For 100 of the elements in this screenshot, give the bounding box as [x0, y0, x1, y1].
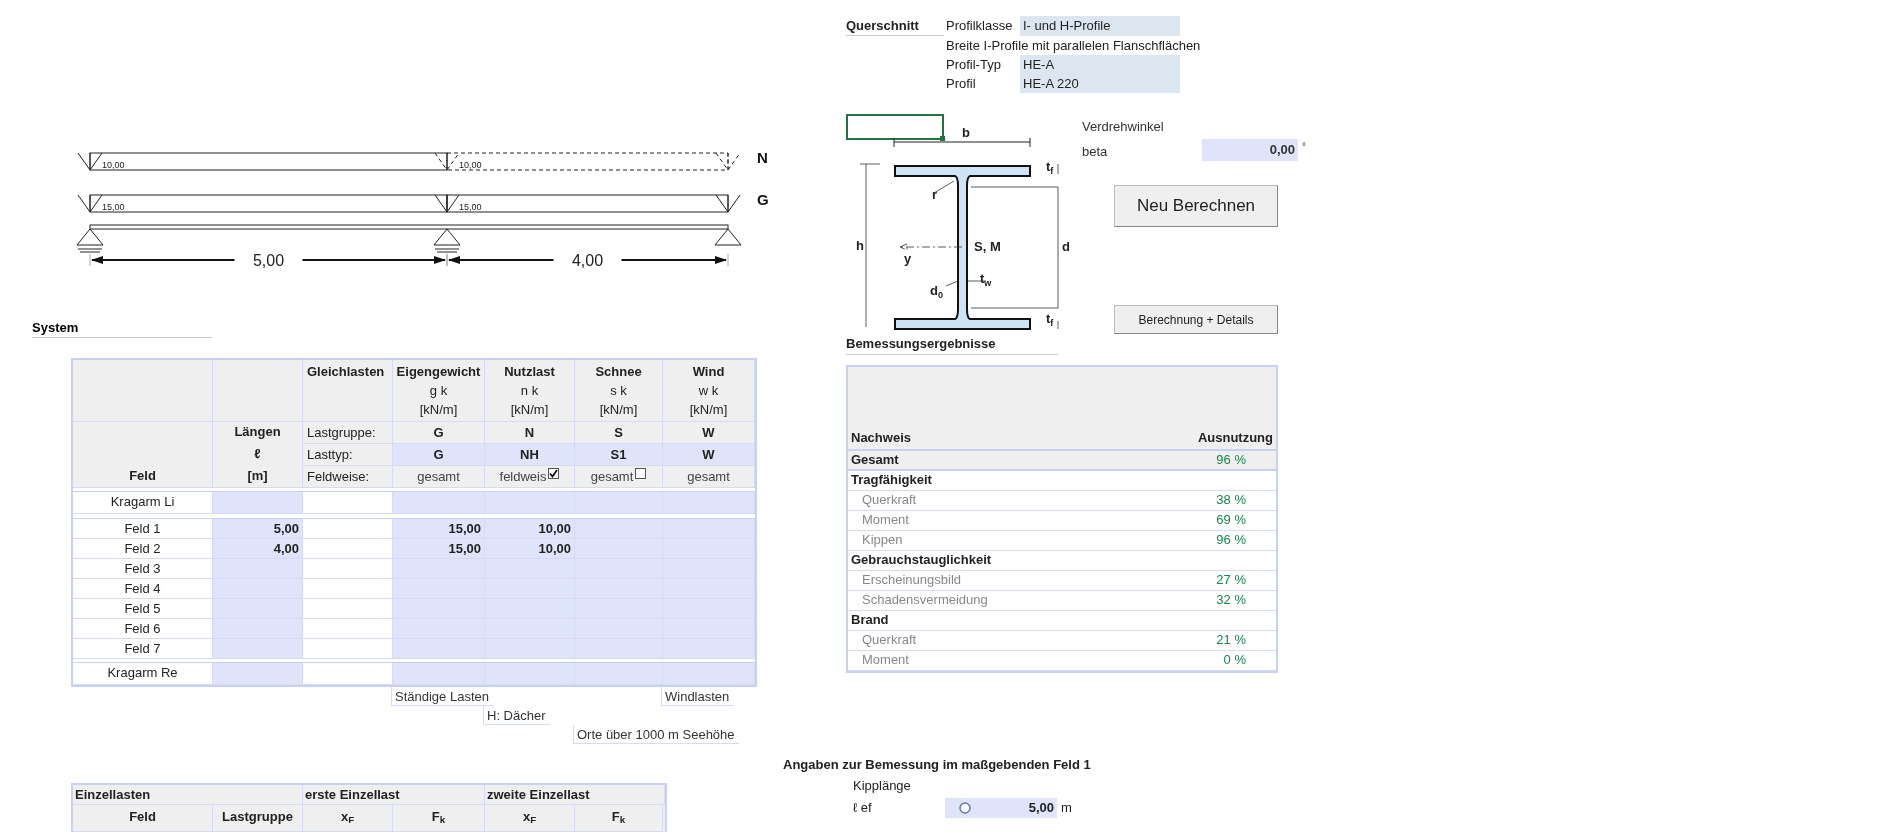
table-cell[interactable]: 15,00	[393, 519, 485, 539]
table-cell[interactable]: 15,00	[393, 539, 485, 559]
row-label: Feldweise:	[303, 466, 393, 488]
table-cell[interactable]	[213, 492, 303, 514]
table-cell[interactable]: 10,00	[485, 519, 575, 539]
table-cell: W	[663, 422, 755, 444]
column-header: Ausnutzung	[1197, 429, 1273, 447]
row-label: Lasttyp:	[303, 444, 393, 466]
result-value: 21 %	[1216, 631, 1247, 650]
unit-label: [kN/m]	[599, 401, 638, 419]
table-cell[interactable]	[303, 579, 393, 599]
dimension-label: d$_{0}$	[930, 283, 943, 300]
length-field[interactable]: 5,00	[945, 797, 1057, 818]
load-value: 15,00	[102, 201, 125, 212]
table-cell-text: gesamt	[687, 467, 730, 486]
table-cell[interactable]	[663, 519, 755, 539]
row-label: Kragarm Re	[73, 663, 213, 685]
section-title: Bemessungsergebnisse	[846, 334, 1058, 355]
section-title: System	[32, 317, 212, 338]
field-label: Profil	[946, 75, 977, 93]
table-cell-text: gesamt	[417, 467, 460, 486]
row-label: Feld 7	[73, 639, 213, 659]
table-cell[interactable]	[213, 579, 303, 599]
result-value: 32 %	[1216, 591, 1247, 610]
table-cell-text: feldweis	[499, 467, 547, 486]
table-cell[interactable]	[663, 492, 755, 514]
result-label: Querkraft	[861, 491, 917, 510]
profile-field[interactable]: HE-A 220	[1020, 74, 1180, 93]
table-cell[interactable]: W	[663, 444, 755, 466]
column-title: Eigengewicht	[396, 363, 481, 381]
table-cell[interactable]	[575, 639, 663, 659]
table-cell[interactable]	[393, 559, 485, 579]
table-cell[interactable]	[303, 519, 393, 539]
table-cell[interactable]	[393, 579, 485, 599]
table-cell[interactable]	[303, 599, 393, 619]
table-cell[interactable]	[663, 663, 755, 685]
table-cell[interactable]	[303, 639, 393, 659]
table-cell[interactable]	[575, 492, 663, 514]
load-group-label: G	[757, 190, 769, 208]
table-cell[interactable]: 4,00	[213, 539, 303, 559]
table-cell[interactable]: 5,00	[213, 519, 303, 539]
result-label: Moment	[861, 651, 909, 670]
unit-label: [kN/m]	[510, 401, 549, 419]
table-cell[interactable]	[303, 492, 393, 514]
profile-field[interactable]: I- und H-Profile	[1020, 16, 1180, 36]
table-cell[interactable]	[393, 663, 485, 685]
load-value: 10,00	[102, 159, 125, 170]
table-cell[interactable]	[575, 519, 663, 539]
field-label: Profilklasse	[946, 17, 1014, 35]
table-cell[interactable]	[485, 492, 575, 514]
note-text: Ständige Lasten	[391, 687, 493, 706]
table-cell[interactable]	[393, 639, 485, 659]
beam-icon	[89, 224, 729, 229]
table-cell[interactable]	[303, 539, 393, 559]
table-cell[interactable]	[303, 619, 393, 639]
profile-field[interactable]: HE-A	[1020, 55, 1180, 74]
table-cell[interactable]	[393, 599, 485, 619]
dimension-label: t$_{f}$	[1046, 311, 1054, 328]
recalculate-button[interactable]: Neu Berechnen	[1114, 185, 1278, 227]
row-label: Feld 3	[73, 559, 213, 579]
table-cell[interactable]: NH	[485, 444, 575, 466]
table-cell: S	[575, 422, 663, 444]
table-cell[interactable]	[393, 619, 485, 639]
column-header: Längen	[234, 423, 281, 441]
column-header: x$_{F}$	[485, 805, 575, 832]
field-label: beta	[1082, 143, 1109, 161]
table-cell: N	[485, 422, 575, 444]
row-label: Feld 6	[73, 619, 213, 639]
table-cell[interactable]: S1	[575, 444, 663, 466]
table-cell: G	[393, 422, 485, 444]
row-label: Lastgruppe:	[303, 422, 393, 444]
details-button[interactable]: Berechnung + Details	[1114, 305, 1278, 334]
table-cell[interactable]: 10,00	[485, 539, 575, 559]
table-cell[interactable]	[393, 492, 485, 514]
profile-description: Breite I-Profile mit parallelen Flanschflächen	[946, 37, 1201, 55]
table-cell[interactable]	[213, 559, 303, 579]
table-cell[interactable]	[213, 599, 303, 619]
table-cell[interactable]	[303, 559, 393, 579]
table-cell[interactable]	[485, 639, 575, 659]
table-cell[interactable]	[213, 663, 303, 685]
result-label: Tragfähigkeit	[850, 471, 932, 490]
checkbox[interactable]	[548, 468, 560, 479]
unit-label: [kN/m]	[689, 401, 728, 419]
column-header: Nachweis	[851, 429, 911, 447]
table-cell[interactable]	[303, 663, 393, 685]
row-label: Kragarm Li	[73, 492, 213, 514]
unit-label: °	[1302, 140, 1306, 154]
column-header: Feld	[73, 422, 213, 488]
table-cell[interactable]	[663, 639, 755, 659]
field-label: Kipplänge	[853, 777, 912, 795]
column-title: Wind	[692, 363, 725, 381]
table-cell[interactable]	[213, 639, 303, 659]
symbol-label: g k	[429, 382, 448, 400]
table-cell[interactable]: G	[393, 444, 485, 466]
table-cell[interactable]	[485, 663, 575, 685]
checkbox[interactable]	[635, 468, 647, 479]
result-value: 38 %	[1216, 491, 1247, 510]
angle-field[interactable]: 0,00	[1202, 139, 1298, 161]
table-cell[interactable]	[575, 663, 663, 685]
table-cell[interactable]	[213, 619, 303, 639]
